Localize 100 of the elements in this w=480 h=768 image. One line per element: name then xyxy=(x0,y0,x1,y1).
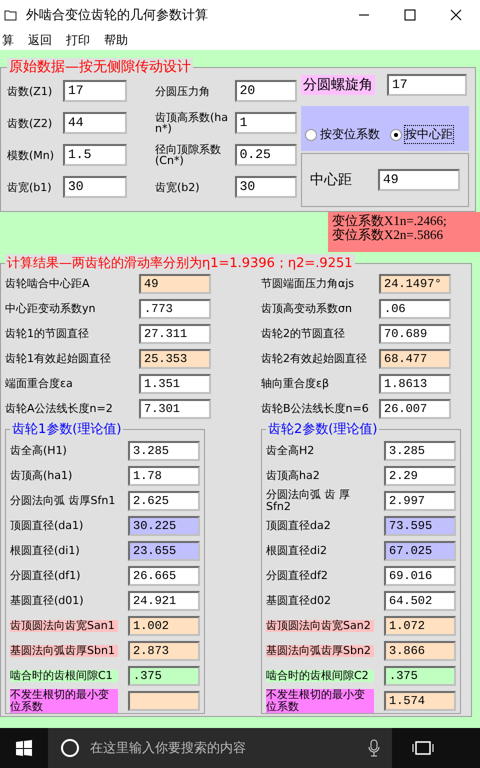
field-label: 不发生根切的最小变位系数 xyxy=(266,688,374,712)
text-field[interactable]: 64.502 xyxy=(384,590,456,610)
text-field[interactable]: .375 xyxy=(384,666,456,686)
field-label: 齿轮2的节圆直径 xyxy=(261,326,346,341)
field-label: 齿轮2有效起始圆直径 xyxy=(261,351,368,366)
text-field[interactable]: 1.5 xyxy=(63,144,127,166)
text-field[interactable]: 49 xyxy=(378,169,460,191)
field-label: 齿顶高(ha1) xyxy=(10,470,74,482)
text-field[interactable]: 67.025 xyxy=(384,540,456,560)
menu-item[interactable]: 算 xyxy=(2,32,14,48)
field-label: 啮合时的齿根间隙C1 xyxy=(10,670,118,682)
field-label: 齿轮A公法线长度n=2 xyxy=(5,401,114,416)
text-field[interactable]: 1.002 xyxy=(128,616,200,636)
field-label: 轴向重合度εβ xyxy=(261,376,330,391)
text-field[interactable]: 20 xyxy=(234,80,297,102)
field-label: 齿数(Z1) xyxy=(7,86,54,96)
text-field[interactable]: 2.29 xyxy=(384,466,456,486)
field-label: 齿数(Z2) xyxy=(7,118,54,128)
text-field[interactable]: 69.016 xyxy=(384,566,456,586)
field-label: 端面重合度εa xyxy=(5,376,74,391)
text-field[interactable]: 7.301 xyxy=(139,398,211,418)
folder-icon xyxy=(4,9,18,21)
field-label: 分圆法向弧 齿 厚Sfn2 xyxy=(266,488,351,512)
field-label: 齿顶高系数(han*) xyxy=(155,112,230,134)
text-field[interactable]: 30.225 xyxy=(128,516,200,536)
text-field[interactable]: 70.689 xyxy=(379,324,451,344)
window-title: 外啮合变位齿轮的几何参数计算 xyxy=(26,7,208,24)
field-label: 模数(Mn) xyxy=(7,150,56,160)
text-field[interactable]: 0.25 xyxy=(234,144,297,166)
text-field[interactable]: 30 xyxy=(234,176,297,198)
field-label: 基圆法向弧齿厚Sbn2 xyxy=(266,644,374,656)
text-field[interactable]: 2.997 xyxy=(384,490,456,510)
menu-item[interactable]: 帮助 xyxy=(104,32,128,48)
text-field[interactable]: 26.665 xyxy=(128,566,200,586)
field-label: 分圆直径df2 xyxy=(266,570,329,582)
text-field[interactable]: 23.655 xyxy=(128,540,200,560)
field-label: 分圆直径(df1) xyxy=(10,570,82,582)
text-field[interactable]: 1.072 xyxy=(384,616,456,636)
field-label: 啮合时的齿根间隙C2 xyxy=(266,670,374,682)
field-label: 齿顶圆法向齿宽San2 xyxy=(266,620,374,632)
field-label: 根圆直径di2 xyxy=(266,544,328,556)
maximize-icon[interactable] xyxy=(404,9,416,21)
field-label: 分圆螺旋角 xyxy=(301,75,375,95)
field-label: 齿轮1有效起始圆直径 xyxy=(5,351,112,366)
search-field[interactable]: 在这里输入你要搜索的内容 xyxy=(48,728,392,768)
text-field[interactable]: 30 xyxy=(63,176,127,198)
text-field[interactable]: 17 xyxy=(63,80,127,102)
menu-item[interactable]: 返回 xyxy=(28,32,52,48)
field-label: 齿顶高ha2 xyxy=(266,470,321,482)
text-field[interactable]: 73.595 xyxy=(384,516,456,536)
text-field[interactable]: 24.1497° xyxy=(379,274,451,294)
field-label: 齿全高(H1) xyxy=(10,444,68,456)
text-field[interactable]: 27.311 xyxy=(139,324,211,344)
field-label: 顶圆直径(da1) xyxy=(10,520,84,532)
text-field[interactable]: 1.78 xyxy=(128,466,200,486)
task-view-icon[interactable] xyxy=(412,740,434,756)
text-field[interactable]: 3.285 xyxy=(384,440,456,460)
field-label: 不发生根切的最小变位系数 xyxy=(10,688,118,712)
text-field[interactable]: 3.285 xyxy=(128,440,200,460)
field-label: 齿轮1的节圆直径 xyxy=(5,326,90,341)
windows-logo-icon[interactable] xyxy=(16,740,32,756)
field-label: 齿宽(b1) xyxy=(7,182,53,192)
text-field[interactable]: 2.625 xyxy=(128,490,200,510)
text-field[interactable]: 3.866 xyxy=(384,640,456,660)
text-field[interactable]: 1 xyxy=(234,112,297,134)
text-field[interactable]: 2.873 xyxy=(128,640,200,660)
text-field[interactable]: 44 xyxy=(63,112,127,134)
field-label: 节圆端面压力角αjs xyxy=(261,276,356,291)
text-field[interactable]: 1.574 xyxy=(384,690,456,710)
text-field[interactable]: .773 xyxy=(139,298,211,318)
text-field[interactable]: .375 xyxy=(128,666,200,686)
field-label: 齿全高H2 xyxy=(266,444,316,456)
field-label: 分圆压力角 xyxy=(155,86,211,96)
field-label: 根圆直径(di1) xyxy=(10,544,81,556)
group-title: 齿轮2参数(理论值) xyxy=(267,421,378,438)
field-label: 齿轮B公法线长度n=6 xyxy=(261,401,370,416)
text-field[interactable]: .06 xyxy=(379,298,451,318)
text-field[interactable]: 24.921 xyxy=(128,590,200,610)
radio-button[interactable]: 按中心距 xyxy=(390,126,453,143)
field-label: 齿顶圆法向齿宽San1 xyxy=(10,620,118,632)
text-field[interactable]: 49 xyxy=(139,274,211,294)
close-icon[interactable] xyxy=(450,9,462,21)
microphone-icon[interactable] xyxy=(368,739,380,757)
field-label: 中心距 xyxy=(310,171,352,189)
text-field[interactable]: 1.351 xyxy=(139,374,211,394)
group-title: 计算结果—两齿轮的滑动率分别为η1=1.9396；η2=.9251 xyxy=(5,254,355,272)
menu-item[interactable]: 打印 xyxy=(66,32,90,48)
field-label: 齿宽(b2) xyxy=(155,182,201,192)
field-label: 基圆直径d02 xyxy=(266,594,332,606)
text-field[interactable]: 17 xyxy=(387,74,467,96)
radio-button[interactable]: 按变位系数 xyxy=(305,126,380,143)
field-label: 径向顶隙系数(Cn*) xyxy=(155,144,222,166)
text-field[interactable]: 26.007 xyxy=(379,398,451,418)
field-label: 齿顶高变动系数σn xyxy=(261,301,353,316)
text-field[interactable]: 68.477 xyxy=(379,348,451,368)
text-field[interactable]: 1.8613 xyxy=(379,374,451,394)
field-label: 分圆法向弧 齿厚Sfn1 xyxy=(10,494,116,506)
text-field[interactable] xyxy=(128,690,200,710)
group-title: 原始数据—按无侧隙传动设计 xyxy=(7,58,193,76)
text-field[interactable]: 25.353 xyxy=(139,348,211,368)
